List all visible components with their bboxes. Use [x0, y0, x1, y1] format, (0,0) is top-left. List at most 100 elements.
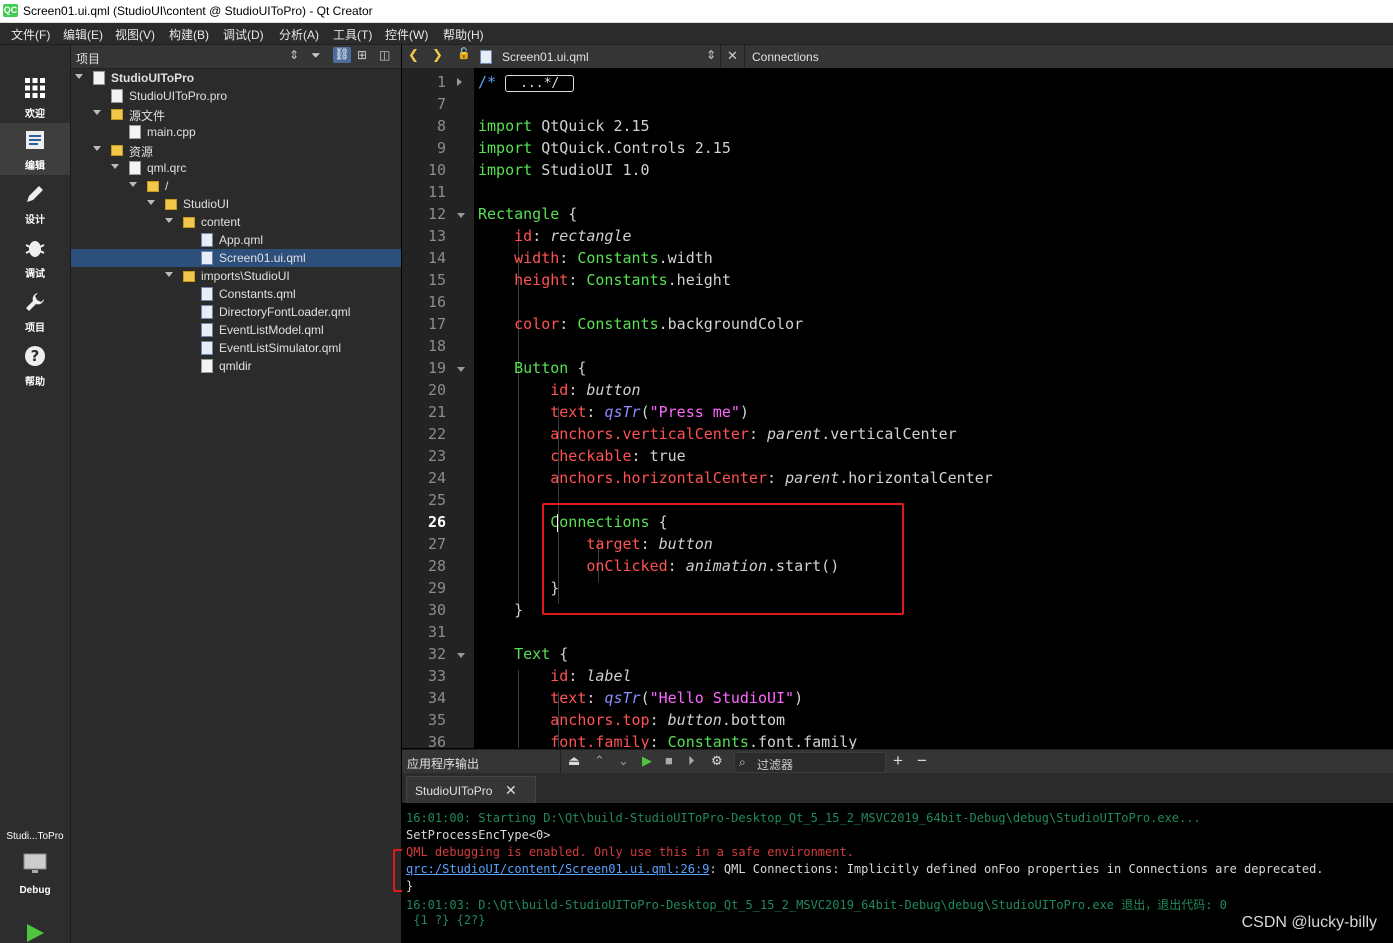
expand-arrow-icon[interactable]	[147, 200, 155, 205]
filter-icon[interactable]: ⏷	[311, 48, 321, 63]
code-line[interactable]: checkable: true	[478, 447, 685, 465]
open-file-combo[interactable]: Screen01.ui.qml	[502, 50, 589, 64]
code-line[interactable]: color: Constants.backgroundColor	[478, 315, 803, 333]
file-combo-arrow-icon[interactable]: ⇕	[706, 48, 716, 62]
tree-item[interactable]: /	[71, 177, 401, 195]
menu-analyze[interactable]: 分析(A)	[279, 26, 319, 43]
output-tab-studiouitopro[interactable]: StudioUIToPro ✕	[406, 776, 536, 804]
code-token: Constants	[577, 249, 659, 267]
tree-item[interactable]: main.cpp	[71, 123, 401, 141]
mode-projects[interactable]: 项目	[0, 285, 70, 337]
expand-arrow-icon[interactable]	[75, 74, 83, 79]
tree-item[interactable]: qmldir	[71, 357, 401, 375]
menu-build[interactable]: 构建(B)	[169, 26, 209, 43]
rerun-icon[interactable]: ▶	[642, 753, 652, 769]
nav-back-icon[interactable]: ❮	[408, 47, 419, 63]
code-line[interactable]: /* ...*/	[478, 73, 575, 92]
mode-debug[interactable]: 调试	[0, 231, 70, 283]
filter-input[interactable]: ⌕ 过滤器	[734, 752, 886, 773]
close-pane-icon[interactable]: ◫	[379, 48, 390, 62]
menu-debug[interactable]: 调试(D)	[223, 26, 264, 43]
code-line[interactable]: Rectangle {	[478, 205, 577, 223]
tree-item[interactable]: Screen01.ui.qml	[71, 249, 401, 267]
menu-controls[interactable]: 控件(W)	[385, 26, 428, 43]
mode-edit[interactable]: 编辑	[0, 123, 70, 175]
code-line[interactable]: text: qsTr("Press me")	[478, 403, 749, 421]
code-token: "Press me"	[649, 403, 740, 421]
close-file-icon[interactable]: ✕	[727, 48, 738, 64]
prev-item-icon[interactable]: ⌃	[594, 753, 605, 769]
close-tab-icon[interactable]: ✕	[505, 782, 517, 799]
code-line[interactable]: import StudioUI 1.0	[478, 161, 650, 179]
tree-item-label: content	[201, 215, 241, 229]
attach-icon[interactable]: ⏏	[568, 753, 580, 769]
code-token: (	[640, 689, 650, 707]
expand-arrow-icon[interactable]	[165, 218, 173, 223]
zoom-in-icon[interactable]: +	[893, 751, 903, 771]
code-line[interactable]: width: Constants.width	[478, 249, 713, 267]
settings-gear-icon[interactable]: ⚙	[711, 753, 723, 769]
code-line[interactable]: import QtQuick.Controls 2.15	[478, 139, 731, 157]
tree-item[interactable]: App.qml	[71, 231, 401, 249]
pane-switch-icon[interactable]: ⇕	[289, 48, 299, 62]
tree-item[interactable]: 源文件	[71, 105, 401, 123]
code-line[interactable]: Button {	[478, 359, 586, 377]
tree-item[interactable]: imports\StudioUI	[71, 267, 401, 285]
tree-item[interactable]: StudioUIToPro.pro	[71, 87, 401, 105]
expand-arrow-icon[interactable]	[165, 272, 173, 277]
stop-icon[interactable]: ■	[665, 753, 673, 768]
next-item-icon[interactable]: ⌄	[618, 753, 629, 769]
menu-file[interactable]: 文件(F)	[11, 26, 50, 43]
link-editor-icon[interactable]: ⛓	[333, 47, 351, 63]
code-line[interactable]: id: label	[478, 667, 631, 685]
tree-item[interactable]: content	[71, 213, 401, 231]
menu-tools[interactable]: 工具(T)	[333, 26, 372, 43]
tree-item[interactable]: DirectoryFontLoader.qml	[71, 303, 401, 321]
expand-arrow-icon[interactable]	[93, 146, 101, 151]
fold-marker-icon[interactable]	[457, 367, 465, 372]
code-line[interactable]: id: rectangle	[478, 227, 631, 245]
split-icon[interactable]: ⊞	[357, 48, 367, 62]
fold-marker-icon[interactable]	[457, 78, 462, 86]
symbol-combo[interactable]: Connections	[752, 50, 819, 64]
mode-design[interactable]: 设计	[0, 177, 70, 229]
expand-arrow-icon[interactable]	[93, 110, 101, 115]
code-line[interactable]: Text {	[478, 645, 568, 663]
code-line[interactable]: anchors.horizontalCenter: parent.horizon…	[478, 469, 993, 487]
tree-item[interactable]: StudioUIToPro	[71, 69, 401, 87]
fold-marker-icon[interactable]	[457, 653, 465, 658]
file-icon	[129, 125, 141, 139]
zoom-out-icon[interactable]: −	[917, 751, 927, 771]
code-line[interactable]: anchors.top: button.bottom	[478, 711, 785, 729]
mode-welcome[interactable]: 欢迎	[0, 71, 70, 123]
kit-selector[interactable]: Debug	[0, 849, 70, 897]
tree-item[interactable]: EventListSimulator.qml	[71, 339, 401, 357]
menu-view[interactable]: 视图(V)	[115, 26, 155, 43]
file-link[interactable]: qrc:/StudioUI/content/Screen01.ui.qml:26…	[406, 862, 709, 876]
fold-marker-icon[interactable]	[457, 213, 465, 218]
nav-forward-icon[interactable]: ❯	[432, 47, 443, 63]
menu-help[interactable]: 帮助(H)	[443, 26, 484, 43]
code-line[interactable]: import QtQuick 2.15	[478, 117, 650, 135]
expand-arrow-icon[interactable]	[111, 164, 119, 169]
output-text: QML debugging is enabled. Only use this …	[406, 845, 854, 859]
code-line[interactable]: anchors.verticalCenter: parent.verticalC…	[478, 425, 956, 443]
code-line[interactable]: text: qsTr("Hello StudioUI")	[478, 689, 803, 707]
run-icon[interactable]	[25, 923, 45, 943]
tree-item[interactable]: qml.qrc	[71, 159, 401, 177]
code-line[interactable]: id: button	[478, 381, 640, 399]
code-line[interactable]: height: Constants.height	[478, 271, 731, 289]
expand-arrow-icon[interactable]	[129, 182, 137, 187]
tree-item[interactable]: StudioUI	[71, 195, 401, 213]
output-line: 16:01:03: D:\Qt\build-StudioUIToPro-Desk…	[406, 896, 1227, 913]
tree-item[interactable]: EventListModel.qml	[71, 321, 401, 339]
code-token: id	[550, 667, 569, 685]
tree-item[interactable]: Constants.qml	[71, 285, 401, 303]
menu-edit[interactable]: 编辑(E)	[63, 26, 103, 43]
code-line[interactable]: }	[478, 601, 523, 619]
tree-item[interactable]: 资源	[71, 141, 401, 159]
debug-run-icon[interactable]: ⏵	[688, 753, 695, 769]
mode-help[interactable]: ? 帮助	[0, 339, 70, 391]
